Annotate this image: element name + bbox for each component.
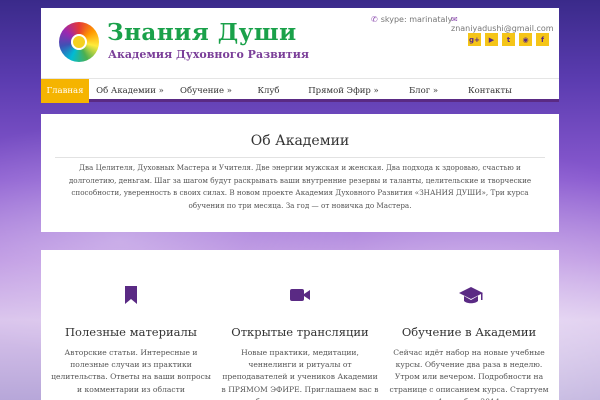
feature-academy: Обучение в Академии Сейчас идёт набор на… <box>389 250 549 400</box>
main-nav: Главная Об Академии » Обучение » Клуб Пр… <box>41 78 559 103</box>
nav-item-live[interactable]: Прямой Эфир » <box>296 79 391 103</box>
about-title: Об Академии <box>250 133 350 149</box>
graduation-cap-icon <box>458 284 483 306</box>
feature-broadcasts: Открытые трансляции Новые практики, меди… <box>220 250 380 400</box>
video-camera-icon <box>289 284 311 306</box>
facebook-icon[interactable]: f <box>536 33 549 46</box>
nav-item-blog[interactable]: Блог » <box>391 79 456 103</box>
skype-icon: ✆ <box>371 15 378 24</box>
feature-text: Авторские статьи. Интересные и полезные … <box>51 348 211 400</box>
social-links: g+ ▶ t ◉ f <box>468 33 549 46</box>
skype-contact[interactable]: ✆ skype: marinataly <box>371 15 452 24</box>
rss-icon[interactable]: ◉ <box>519 33 532 46</box>
feature-title[interactable]: Открытые трансляции <box>220 325 380 339</box>
nav-item-learning[interactable]: Обучение » <box>171 79 241 103</box>
about-text: Два Целителя, Духовных Мастера и Учителя… <box>68 163 532 210</box>
about-section: Об Академии Два Целителя, Духовных Масте… <box>41 114 559 232</box>
feature-text: Новые практики, медитации, ченнелинги и … <box>221 348 379 400</box>
nav-item-contacts[interactable]: Контакты <box>456 79 524 103</box>
feature-text: Сейчас идёт набор на новые учебные курсы… <box>389 348 549 400</box>
email-text: znaniyadushi@gmail.com <box>451 24 554 33</box>
twitter-icon[interactable]: t <box>502 33 515 46</box>
nav-item-home[interactable]: Главная <box>41 79 89 103</box>
google-plus-icon[interactable]: g+ <box>468 33 481 46</box>
nav-item-about[interactable]: Об Академии » <box>89 79 171 103</box>
features-section: Полезные материалы Авторские статьи. Инт… <box>41 250 559 400</box>
email-contact[interactable]: ✉znaniyadushi@gmail.com <box>451 15 559 33</box>
site-title[interactable]: Знания Души <box>107 19 297 46</box>
logo-mandala-icon[interactable] <box>59 22 99 62</box>
divider <box>55 157 545 158</box>
feature-title[interactable]: Полезные материалы <box>51 325 211 339</box>
bookmark-icon <box>120 284 142 306</box>
site-subtitle: Академия Духовного Развития <box>108 48 310 61</box>
feature-title[interactable]: Обучение в Академии <box>389 325 549 339</box>
site-header: Знания Души Академия Духовного Развития … <box>41 8 559 103</box>
envelope-icon: ✉ <box>451 15 458 24</box>
nav-item-club[interactable]: Клуб <box>241 79 296 103</box>
skype-text: skype: marinataly <box>380 15 453 24</box>
youtube-icon[interactable]: ▶ <box>485 33 498 46</box>
feature-materials: Полезные материалы Авторские статьи. Инт… <box>51 250 211 400</box>
